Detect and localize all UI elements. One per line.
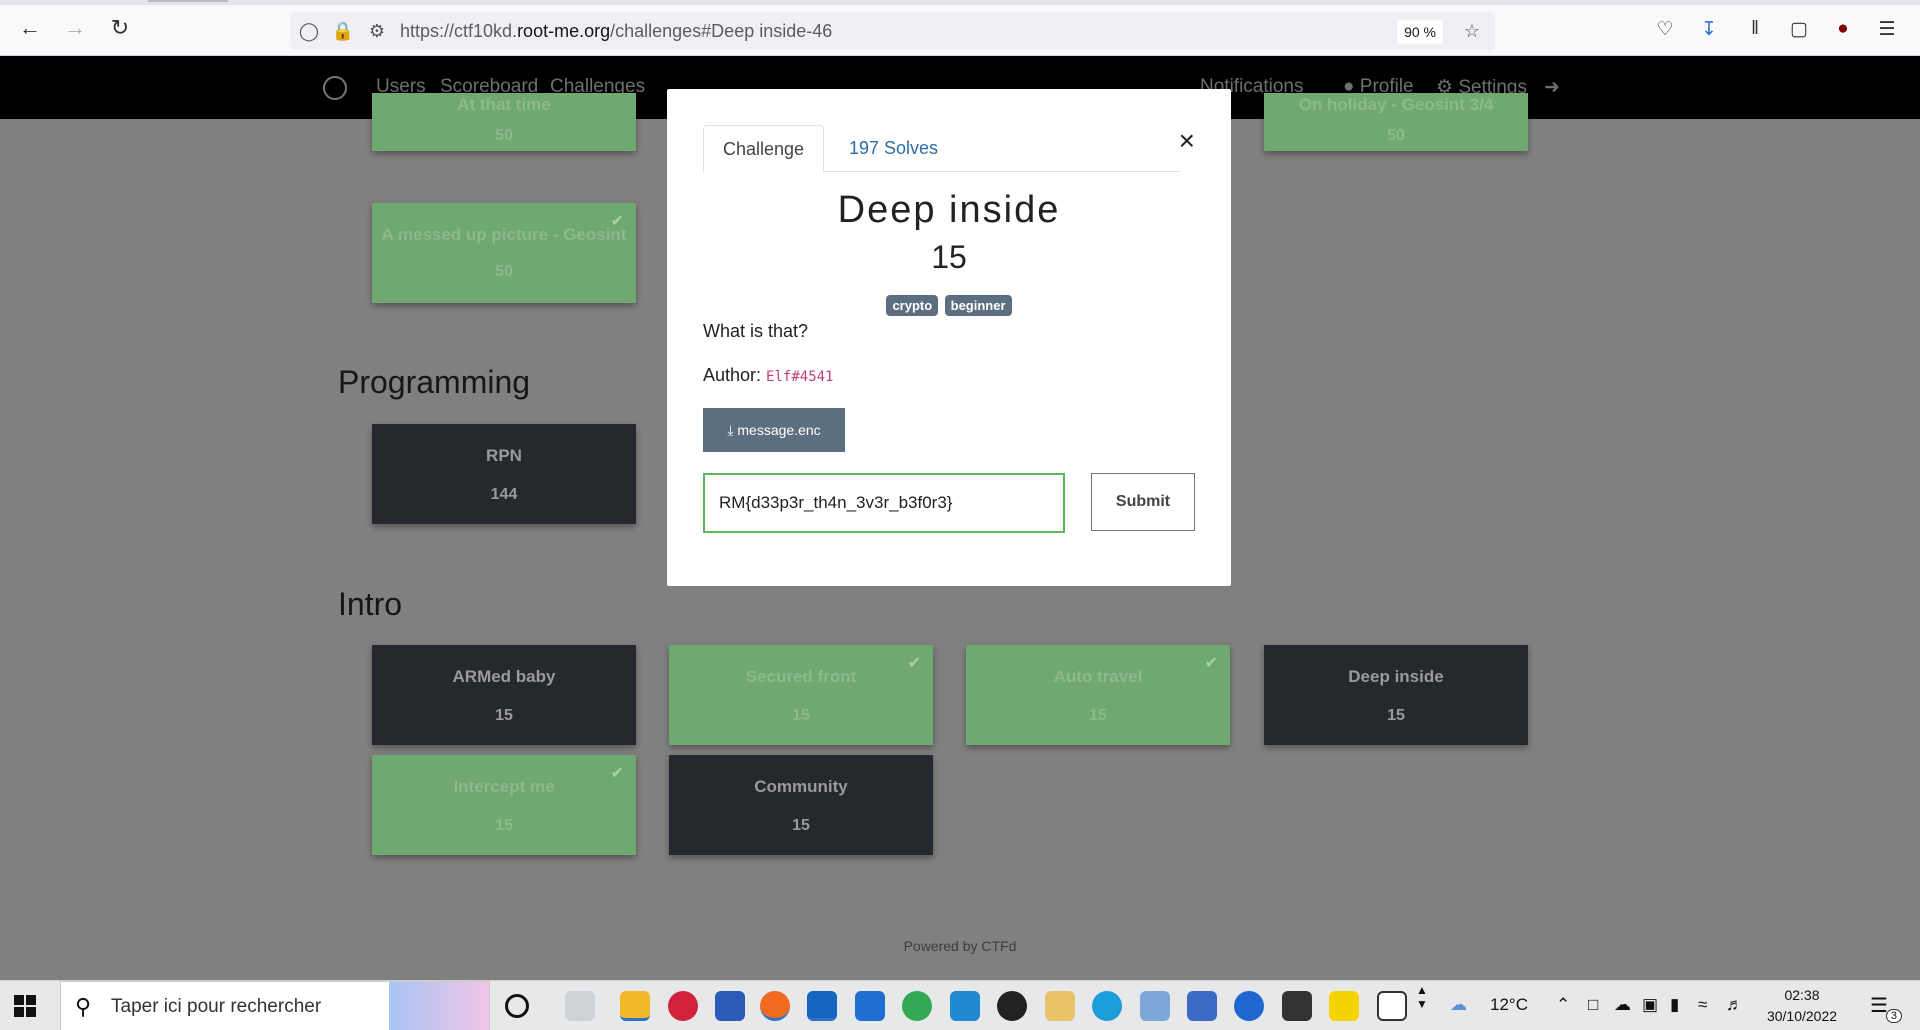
modal-tabs: Challenge 197 Solves <box>703 125 1179 172</box>
challenge-card-rpn[interactable]: RPN 144 <box>372 424 636 524</box>
close-icon[interactable]: × <box>1179 127 1195 155</box>
debian-app-icon[interactable] <box>668 991 698 1021</box>
search-placeholder: Taper ici pour rechercher <box>111 996 322 1017</box>
wifi-icon[interactable]: ≈ <box>1698 995 1707 1015</box>
linux-icon[interactable] <box>1045 991 1075 1021</box>
zoom-level[interactable]: 90 % <box>1397 20 1443 44</box>
tab-strip <box>0 0 1920 5</box>
category-title-intro: Intro <box>338 586 403 622</box>
firefox-icon[interactable] <box>760 991 790 1021</box>
challenge-modal: Challenge 197 Solves × Deep inside 15 cr… <box>667 89 1231 586</box>
bookmark-star-icon[interactable]: ☆ <box>1461 20 1483 42</box>
category-title-programming: Programming <box>338 364 531 400</box>
tab-challenge[interactable]: Challenge <box>703 125 825 172</box>
notification-count: 3 <box>1885 1009 1902 1023</box>
forward-icon[interactable]: → <box>61 14 89 42</box>
remote-desktop-icon[interactable] <box>1187 991 1217 1021</box>
binary-app-icon[interactable] <box>1140 991 1170 1021</box>
reload-icon[interactable]: ↻ <box>106 14 134 42</box>
challenge-author: Author: Elf#4541 <box>703 365 834 385</box>
search-icon: ⚲ <box>75 994 92 1019</box>
audio-editor-icon[interactable] <box>1282 991 1312 1021</box>
challenge-card-at-that-time[interactable]: At that time 50 <box>372 93 636 151</box>
tag-badge: beginner <box>944 295 1012 316</box>
submit-button[interactable]: Submit <box>1091 473 1195 531</box>
file-download-button[interactable]: ⤓ message.enc <box>703 408 845 452</box>
ublock-icon[interactable]: ● <box>1830 16 1856 42</box>
challenge-card-deep-inside[interactable]: Deep inside 15 <box>1264 645 1528 745</box>
vscode-icon[interactable] <box>950 991 980 1021</box>
powershell-icon[interactable] <box>715 991 745 1021</box>
volume-icon[interactable]: ♬ <box>1726 995 1743 1015</box>
logout-icon[interactable]: ➜ <box>1544 76 1560 99</box>
taskbar-search[interactable]: ⚲ Taper ici pour rechercher <box>60 981 490 1030</box>
show-hidden-icons-icon[interactable]: ⌃ <box>1556 995 1570 1015</box>
taskbar-clock[interactable]: 02:38 30/10/2022 <box>1762 985 1842 1027</box>
windows-taskbar: ⚲ Taper ici pour rechercher ▲ ▼ ☁ 12°C ⌃ … <box>0 980 1920 1030</box>
weather-cloud-icon[interactable]: ☁ <box>1450 995 1467 1015</box>
challenge-card-messed-up-picture[interactable]: ✔ A messed up picture - Geosint 50 <box>372 203 636 303</box>
menu-icon[interactable]: ☰ <box>1874 16 1900 42</box>
tray-security-icon[interactable]: ▣ <box>1642 995 1658 1015</box>
challenge-title: Deep inside <box>837 189 1061 231</box>
address-bar[interactable]: ◯ 🔒 ⚙ https://ctf10kd.root-me.org/challe… <box>290 12 1495 50</box>
author-name: Elf#4541 <box>766 369 834 385</box>
wireshark-icon[interactable] <box>855 991 885 1021</box>
search-highlight-image <box>389 982 489 1030</box>
battery-icon[interactable]: ▮ <box>1670 995 1679 1015</box>
chrome-icon[interactable] <box>902 991 932 1021</box>
tag-badge: crypto <box>886 295 939 316</box>
player-app-icon[interactable] <box>1329 991 1359 1021</box>
tab-solves[interactable]: 197 Solves <box>830 125 957 172</box>
lock-icon[interactable]: 🔒 <box>332 20 354 42</box>
file-explorer-icon[interactable] <box>620 991 650 1021</box>
inkscape-icon[interactable] <box>997 991 1027 1021</box>
page-content: Users Scoreboard Challenges Notification… <box>0 56 1920 980</box>
permissions-icon[interactable]: ⚙ <box>366 20 388 42</box>
powered-by-footer[interactable]: Powered by CTFd <box>0 938 1920 954</box>
challenge-card-community[interactable]: Community 15 <box>669 755 933 855</box>
back-icon[interactable]: ← <box>16 14 44 42</box>
challenge-card-secured-front[interactable]: ✔ Secured front 15 <box>669 645 933 745</box>
tray-scroll-icon[interactable]: ▲ ▼ <box>1416 983 1428 1011</box>
url-text[interactable]: https://ctf10kd.root-me.org/challenges#D… <box>400 21 832 42</box>
challenge-value: 15 <box>931 239 967 275</box>
maps-app-icon[interactable] <box>1234 991 1264 1021</box>
library-icon[interactable]: ‖ <box>1742 16 1768 42</box>
browser-toolbar: ← → ↻ ◯ 🔒 ⚙ https://ctf10kd.root-me.org/… <box>0 0 1920 56</box>
shield-icon[interactable]: ◯ <box>298 20 320 42</box>
bitwarden-icon[interactable]: ▢ <box>1786 16 1812 42</box>
cortana-icon[interactable] <box>505 994 529 1018</box>
edge-icon[interactable] <box>1092 991 1122 1021</box>
pocket-icon[interactable]: ♡ <box>1652 16 1678 42</box>
weather-temp[interactable]: 12°C <box>1490 995 1528 1015</box>
challenge-card-on-holiday[interactable]: On holiday - Geosint 3/4 50 <box>1264 93 1528 151</box>
notification-center-icon[interactable]: ☰ 3 <box>1870 993 1902 1023</box>
challenge-card-auto-travel[interactable]: ✔ Auto travel 15 <box>966 645 1230 745</box>
challenge-card-intercept-me[interactable]: ✔ Intercept me 15 <box>372 755 636 855</box>
challenge-description: What is that? <box>703 321 809 341</box>
challenge-card-armed-baby[interactable]: ARMed baby 15 <box>372 645 636 745</box>
tray-app-icon[interactable]: □ <box>1588 995 1598 1015</box>
download-icon: ⤓ <box>727 422 738 438</box>
challenge-tags: crypto beginner <box>667 295 1231 316</box>
document-icon[interactable] <box>1377 991 1407 1021</box>
windows-start-icon[interactable] <box>14 995 36 1017</box>
flag-input[interactable] <box>703 473 1065 533</box>
tray-cloud-icon[interactable]: ☁ <box>1614 995 1631 1015</box>
task-view-icon[interactable] <box>565 991 595 1021</box>
outlook-icon[interactable] <box>807 991 837 1021</box>
download-icon[interactable]: ↧ <box>1696 16 1722 42</box>
ctfd-logo-icon[interactable] <box>323 76 347 100</box>
